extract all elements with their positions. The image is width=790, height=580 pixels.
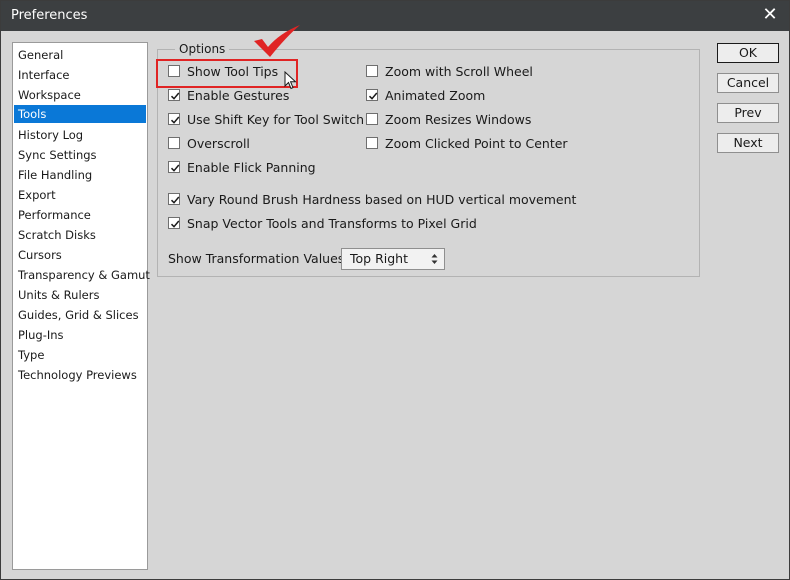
checkbox-box — [366, 65, 378, 77]
checkbox-label: Zoom with Scroll Wheel — [385, 64, 533, 79]
checkbox-box — [366, 137, 378, 149]
close-icon[interactable]: ✕ — [761, 5, 779, 25]
checkbox-label: Zoom Resizes Windows — [385, 112, 532, 127]
sidebar-item-file-handling[interactable]: File Handling — [14, 166, 146, 184]
cancel-button[interactable]: Cancel — [717, 73, 779, 93]
check-icon — [170, 164, 180, 172]
checkbox-box — [168, 137, 180, 149]
checkbox-box — [366, 89, 378, 101]
sidebar-item-history-log[interactable]: History Log — [14, 126, 146, 144]
sidebar-item-sync-settings[interactable]: Sync Settings — [14, 146, 146, 164]
sidebar-item-guides-grid-slices[interactable]: Guides, Grid & Slices — [14, 306, 146, 324]
transformation-values-label: Show Transformation Values: — [168, 251, 349, 266]
checkbox-label: Overscroll — [187, 136, 250, 151]
checkbox-box — [168, 89, 180, 101]
mouse-pointer-icon — [284, 71, 297, 90]
checkbox-box — [168, 113, 180, 125]
sidebar-item-units-rulers[interactable]: Units & Rulers — [14, 286, 146, 304]
checkbox-label: Enable Flick Panning — [187, 160, 316, 175]
title-bar: Preferences ✕ — [1, 1, 789, 31]
checkbox-box — [168, 161, 180, 173]
up-down-arrows-icon — [431, 254, 438, 264]
sidebar-item-performance[interactable]: Performance — [14, 206, 146, 224]
red-checkmark-icon — [254, 25, 300, 57]
sidebar-item-general[interactable]: General — [14, 46, 146, 64]
checkbox-box — [168, 193, 180, 205]
checkbox-label: Animated Zoom — [385, 88, 486, 103]
transformation-values-select[interactable]: Top Right — [341, 248, 445, 270]
checkbox-label: Zoom Clicked Point to Center — [385, 136, 568, 151]
next-button[interactable]: Next — [717, 133, 779, 153]
sidebar-item-scratch-disks[interactable]: Scratch Disks — [14, 226, 146, 244]
sidebar-item-cursors[interactable]: Cursors — [14, 246, 146, 264]
highlight-box — [156, 59, 298, 88]
sidebar-item-tools[interactable]: Tools — [14, 105, 146, 123]
sidebar-item-technology-previews[interactable]: Technology Previews — [14, 366, 146, 384]
checkbox-box — [168, 217, 180, 229]
check-icon — [170, 196, 180, 204]
sidebar-item-interface[interactable]: Interface — [14, 66, 146, 84]
checkbox-box — [366, 113, 378, 125]
checkbox-label: Vary Round Brush Hardness based on HUD v… — [187, 192, 577, 207]
preferences-window: Preferences ✕ General Interface Workspac… — [0, 0, 790, 580]
checkbox-label: Snap Vector Tools and Transforms to Pixe… — [187, 216, 477, 231]
checkbox-label: Enable Gestures — [187, 88, 290, 103]
ok-button[interactable]: OK — [717, 43, 779, 63]
checkbox-label: Use Shift Key for Tool Switch — [187, 112, 365, 127]
sidebar-item-type[interactable]: Type — [14, 346, 146, 364]
check-icon — [170, 116, 180, 124]
sidebar-item-plug-ins[interactable]: Plug-Ins — [14, 326, 146, 344]
options-legend: Options — [175, 42, 230, 56]
sidebar-item-transparency-gamut[interactable]: Transparency & Gamut — [14, 266, 150, 284]
sidebar-item-export[interactable]: Export — [14, 186, 146, 204]
category-list: General Interface Workspace Tools Histor… — [12, 42, 150, 570]
check-icon — [170, 220, 180, 228]
check-icon — [170, 92, 180, 100]
window-title: Preferences — [11, 8, 88, 23]
check-icon — [368, 92, 378, 100]
sidebar-item-workspace[interactable]: Workspace — [14, 86, 146, 104]
prev-button[interactable]: Prev — [717, 103, 779, 123]
select-value: Top Right — [350, 251, 408, 266]
